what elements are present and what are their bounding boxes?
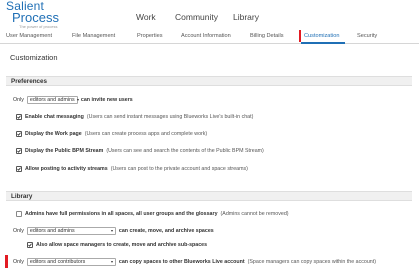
chat-checkbox[interactable]	[16, 113, 22, 120]
invite-role-select[interactable]: editors and admins	[26, 95, 79, 104]
chat-note: (Users can send instant messages using B…	[86, 113, 254, 120]
app-header: Salient Process The power of process Wor…	[0, 0, 419, 29]
activity-posting-note: (Users can post to the private account a…	[110, 165, 248, 172]
tab-customization[interactable]: Customization	[304, 33, 339, 39]
pref-bpm-stream-row: Display the Public BPM Stream (Users can…	[16, 146, 264, 155]
bpm-stream-checkbox[interactable]	[16, 147, 22, 154]
admins-full-permissions-row: Admins have full permissions in all spac…	[16, 209, 289, 218]
bpm-stream-label: Display the Public BPM Stream	[25, 147, 104, 154]
page-title: Customization	[10, 53, 58, 62]
topnav-library[interactable]: Library	[233, 12, 259, 22]
highlight-marker	[5, 255, 8, 268]
copy-spaces-note: (Space managers can copy spaces within t…	[247, 258, 376, 265]
tab-user-management[interactable]: User Management	[6, 33, 52, 39]
work-page-note: (Users can create process apps and compl…	[84, 130, 208, 137]
active-tab-underline	[301, 42, 345, 44]
invite-prefix: Only	[13, 96, 24, 103]
brand-tagline: The power of process	[19, 24, 58, 29]
preferences-heading: Preferences	[6, 76, 412, 86]
check-icon	[17, 115, 21, 119]
check-icon	[28, 243, 32, 247]
work-page-checkbox[interactable]	[16, 130, 22, 137]
active-tab-marker	[299, 30, 301, 42]
tab-file-management[interactable]: File Management	[72, 33, 115, 39]
work-page-label: Display the Work page	[25, 130, 82, 137]
admins-full-checkbox[interactable]	[16, 210, 22, 217]
chevron-down-icon	[110, 229, 113, 232]
pref-chat-row: Enable chat messaging (Users can send in…	[16, 112, 253, 121]
admins-full-label: Admins have full permissions in all spac…	[25, 210, 218, 217]
activity-posting-checkbox[interactable]	[16, 165, 22, 172]
activity-posting-label: Allow posting to activity streams	[25, 165, 108, 172]
check-icon	[17, 167, 21, 171]
create-spaces-suffix: can create, move, and archive spaces	[118, 227, 214, 234]
top-nav: Work Community Library	[0, 12, 419, 24]
check-icon	[17, 149, 21, 153]
copy-spaces-suffix: can copy spaces to other Blueworks Live …	[118, 258, 245, 265]
library-heading: Library	[6, 191, 412, 201]
tab-properties[interactable]: Properties	[137, 33, 163, 39]
invite-suffix: can invite new users	[80, 96, 133, 103]
check-icon	[17, 132, 21, 136]
tab-account-information[interactable]: Account Information	[181, 33, 231, 39]
sub-spaces-row: Also allow space managers to create, mov…	[27, 240, 207, 249]
create-spaces-value: editors and admins	[29, 227, 75, 234]
topnav-work[interactable]: Work	[136, 12, 156, 22]
sub-spaces-label: Also allow space managers to create, mov…	[36, 241, 208, 248]
create-spaces-prefix: Only	[13, 227, 24, 234]
admins-full-note: (Admins cannot be removed)	[220, 210, 289, 217]
chat-label: Enable chat messaging	[25, 113, 84, 120]
copy-spaces-prefix: Only	[13, 258, 24, 265]
copy-spaces-setting: Only editors and contributors can copy s…	[13, 257, 376, 266]
invite-role-value: editors and admins	[29, 96, 75, 103]
topnav-community[interactable]: Community	[175, 12, 218, 22]
tab-billing-details[interactable]: Billing Details	[250, 33, 284, 39]
create-spaces-setting: Only editors and admins can create, move…	[13, 226, 214, 235]
chevron-down-icon	[76, 98, 79, 101]
chevron-down-icon	[110, 260, 113, 263]
pref-activity-posting-row: Allow posting to activity streams (Users…	[16, 164, 248, 173]
copy-spaces-select[interactable]: editors and contributors	[26, 257, 116, 266]
pref-work-page-row: Display the Work page (Users can create …	[16, 129, 207, 138]
copy-spaces-value: editors and contributors	[29, 258, 86, 265]
invite-users-setting: Only editors and admins can invite new u…	[13, 95, 133, 104]
create-spaces-select[interactable]: editors and admins	[26, 226, 116, 235]
sub-spaces-checkbox[interactable]	[27, 241, 33, 248]
account-tabs: User Management File Management Properti…	[0, 30, 419, 44]
tab-security[interactable]: Security	[357, 33, 377, 39]
bpm-stream-note: (Users can see and search the contents o…	[106, 147, 264, 154]
